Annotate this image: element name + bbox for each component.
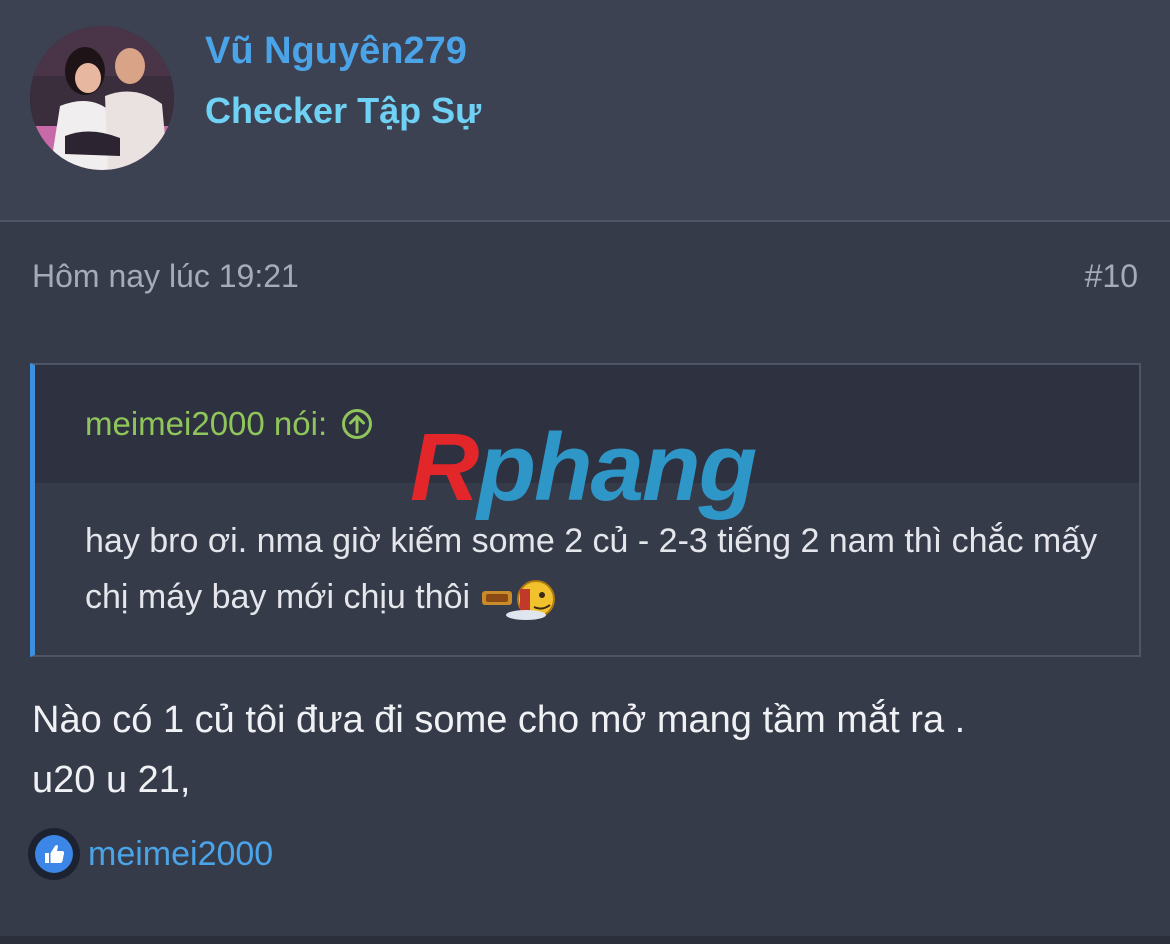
like-reaction-badge[interactable] — [28, 828, 80, 880]
quote-author-label: meimei2000 nói: — [85, 405, 328, 442]
user-title: Checker Tập Sự — [205, 90, 482, 131]
post-message-line-2: u20 u 21, — [32, 759, 191, 801]
user-header: Vũ Nguyên279 Checker Tập Sự — [0, 0, 1170, 222]
username[interactable]: Vũ Nguyên279 — [205, 30, 467, 73]
post-message-line-1: Nào có 1 củ tôi đưa đi some cho mở mang … — [32, 699, 966, 741]
reaction-user-link[interactable]: meimei2000 — [88, 835, 273, 874]
quote-text: hay bro ơi. nma giờ kiếm some 2 củ - 2-3… — [85, 522, 1098, 616]
post-timestamp[interactable]: Hôm nay lúc 19:21 — [32, 258, 299, 295]
post-message: Nào có 1 củ tôi đưa đi some cho mở mang … — [32, 690, 1132, 810]
avatar-photo — [30, 26, 174, 170]
arrow-up-circle-icon[interactable] — [341, 408, 373, 440]
avatar[interactable] — [30, 26, 174, 170]
post-divider — [0, 936, 1170, 944]
smiley-emoji-icon — [482, 580, 556, 621]
post-number[interactable]: #10 — [1085, 258, 1138, 295]
like-icon — [35, 835, 73, 873]
watermark-first-letter: R — [410, 414, 479, 521]
watermark-logo: Rphang — [410, 420, 757, 516]
quote-text-container: hay bro ơi. nma giờ kiếm some 2 củ - 2-3… — [85, 513, 1105, 625]
reaction-bar[interactable]: meimei2000 — [28, 828, 273, 880]
quote-author-link[interactable]: meimei2000 nói: — [85, 405, 373, 443]
watermark-rest: phang — [477, 414, 757, 521]
